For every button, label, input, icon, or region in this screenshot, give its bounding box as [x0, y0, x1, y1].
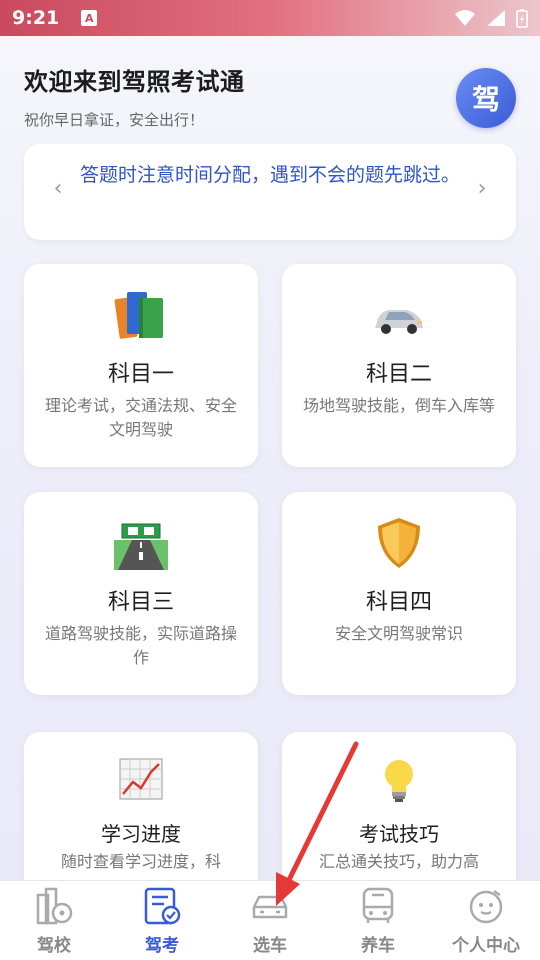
card-desc: 汇总通关技巧，助力高	[318, 852, 479, 871]
bottom-nav: 驾校 驾考 选车 养车 个人中心	[0, 880, 540, 960]
card-desc: 安全文明驾驶常识	[334, 624, 463, 643]
car-icon	[375, 310, 423, 334]
shield-icon	[378, 518, 420, 568]
nav-label: 驾校	[37, 936, 71, 956]
driving-school-icon	[36, 887, 73, 925]
profile-icon	[469, 889, 503, 924]
status-icons	[454, 8, 528, 28]
welcome-header: 欢迎来到驾照考试通 祝你早日拿证，安全出行！ 驾	[24, 62, 516, 132]
card-subject-three[interactable]: 科目三 道路驾驶技能，实际道路操作	[24, 492, 258, 695]
nav-label: 养车	[361, 936, 395, 956]
bus-icon	[362, 887, 394, 923]
nav-label: 个人中心	[452, 936, 520, 956]
nav-item-car-care[interactable]: 养车	[324, 881, 432, 960]
chart-icon	[119, 758, 163, 800]
page-subtitle: 祝你早日拿证，安全出行！	[24, 111, 205, 129]
card-title: 科目三	[107, 590, 174, 615]
card-title: 学习进度	[101, 822, 181, 846]
card-title: 科目一	[107, 362, 174, 387]
tip-text: 答题时注意时间分配，遇到不会的题先跳过。	[79, 164, 460, 186]
card-title: 科目四	[365, 590, 432, 615]
car-select-icon	[252, 895, 288, 919]
card-subject-one[interactable]: 科目一 理论考试，交通法规、安全文明驾驶	[24, 264, 258, 467]
nav-label: 驾考	[145, 936, 179, 956]
status-bar: 9:21 A	[0, 0, 540, 36]
card-desc: 理论考试，交通法规、安全文明驾驶	[44, 396, 237, 439]
wifi-icon	[455, 10, 475, 26]
card-title: 考试技巧	[359, 822, 439, 846]
nav-item-driving-school[interactable]: 驾校	[0, 881, 108, 960]
lightbulb-icon	[385, 760, 413, 802]
battery-icon	[516, 9, 528, 28]
tip-prev-button[interactable]: ‹	[46, 176, 70, 201]
page-title: 欢迎来到驾照考试通	[24, 68, 245, 96]
books-icon	[114, 292, 163, 339]
nav-item-exam[interactable]: 驾考	[108, 881, 216, 960]
card-title: 科目二	[365, 362, 432, 387]
tip-carousel: ‹ 答题时注意时间分配，遇到不会的题先跳过。 ›	[24, 144, 516, 240]
nav-item-car-select[interactable]: 选车	[216, 881, 324, 960]
nav-label: 选车	[253, 936, 287, 956]
card-desc: 道路驾驶技能，实际道路操作	[44, 624, 237, 667]
road-icon	[114, 523, 168, 570]
tip-next-button[interactable]: ›	[470, 176, 494, 201]
card-desc: 随时查看学习进度，科	[60, 852, 221, 871]
notification-app-icon: A	[81, 10, 98, 26]
card-desc: 场地驾驶技能，倒车入库等	[302, 396, 495, 415]
card-subject-four[interactable]: 科目四 安全文明驾驶常识	[282, 492, 516, 695]
avatar[interactable]: 驾	[456, 68, 516, 128]
signal-icon	[487, 10, 505, 26]
nav-item-profile[interactable]: 个人中心	[432, 881, 540, 960]
card-subject-two[interactable]: 科目二 场地驾驶技能，倒车入库等	[282, 264, 516, 467]
exam-icon	[144, 887, 181, 925]
status-time: 9:21	[12, 7, 60, 29]
